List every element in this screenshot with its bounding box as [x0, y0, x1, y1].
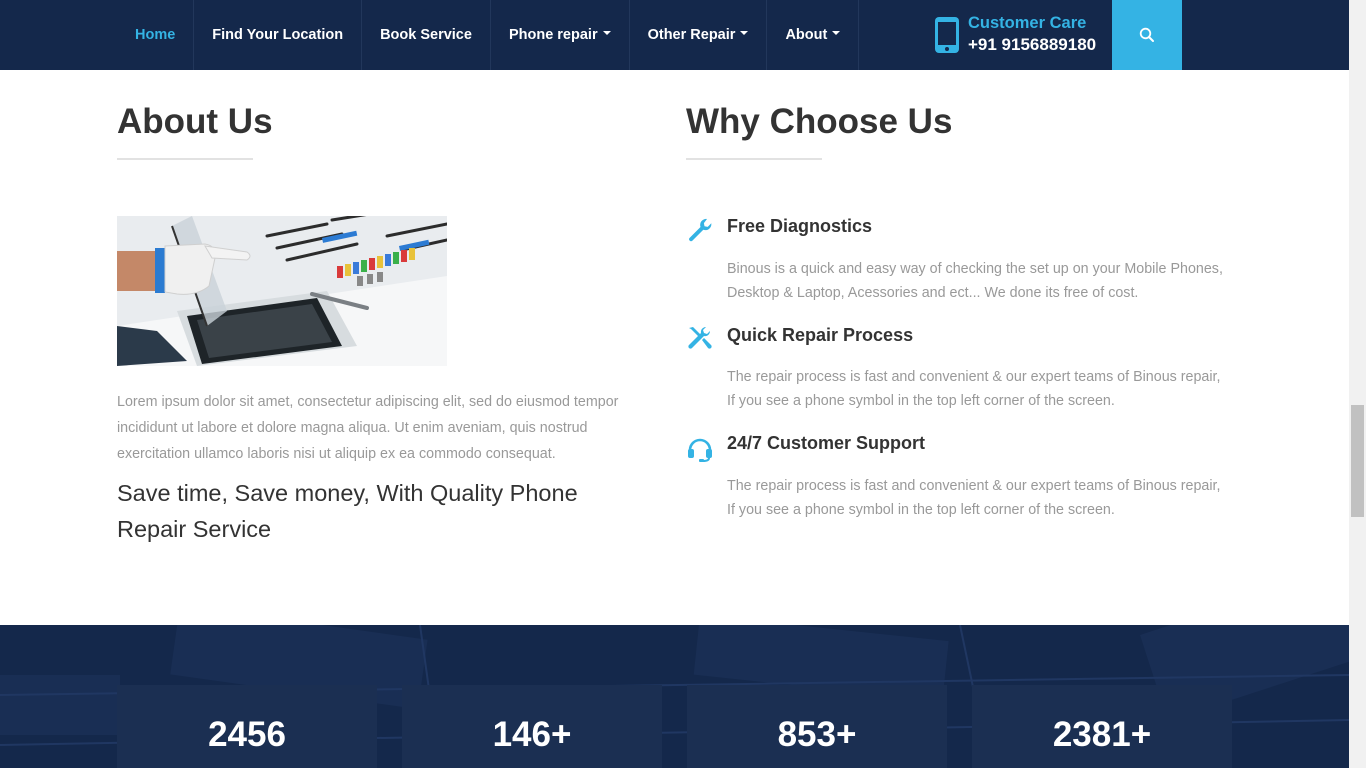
nav-item-label: Home: [135, 27, 176, 43]
feature-title-quick-repair: Quick Repair Process: [727, 325, 914, 345]
main-nav: Home Find Your Location Book Service Pho…: [117, 0, 860, 70]
customer-care-label: Customer Care: [968, 14, 1087, 32]
nav-item-label: Phone repair: [508, 27, 598, 43]
search-icon: [1139, 27, 1154, 42]
headset-icon: [688, 438, 712, 462]
stat-box: 2456: [117, 685, 377, 768]
feature-title-support: 24/7 Customer Support: [727, 433, 926, 453]
customer-care-text: Customer Care +91 9156889180: [968, 12, 1096, 57]
feature-title-diagnostics: Free Diagnostics: [727, 216, 873, 236]
nav-item-label: Other Repair: [647, 27, 736, 43]
page-scrollbar[interactable]: [1349, 0, 1366, 768]
stat-number: 146+: [492, 715, 572, 754]
nav-item-label: Book Service: [380, 27, 472, 43]
nav-item-about[interactable]: About: [767, 0, 860, 70]
nav-item-find-location[interactable]: Find Your Location: [194, 0, 363, 70]
tools-icon: [688, 326, 712, 349]
nav-item-phone-repair[interactable]: Phone repair: [491, 0, 630, 70]
nav-item-label: Find Your Location: [212, 27, 344, 43]
mobile-phone-icon: [935, 16, 959, 53]
nav-item-home[interactable]: Home: [117, 0, 195, 70]
nav-item-book-service[interactable]: Book Service: [362, 0, 491, 70]
scrollbar-thumb[interactable]: [1351, 405, 1364, 517]
stat-number: 853+: [777, 715, 857, 754]
nav-item-label: About: [785, 27, 828, 43]
why-title: Why Choose Us: [686, 102, 953, 141]
stat-box: 146+: [402, 685, 662, 768]
about-title: About Us: [117, 102, 273, 141]
feature-desc-quick-repair: The repair process is fast and convenien…: [727, 369, 1221, 409]
stat-box: 853+: [687, 685, 947, 768]
about-tagline: Save time, Save money, With Quality Phon…: [117, 480, 578, 542]
feature-desc-support: The repair process is fast and convenien…: [727, 478, 1221, 518]
search-button[interactable]: [1112, 0, 1182, 70]
stat-box: 2381+: [972, 685, 1232, 768]
caret-down-icon: [740, 31, 749, 35]
nav-item-other-repair[interactable]: Other Repair: [630, 0, 768, 70]
stats-section: 2456 146+ 853+ 2381+: [0, 625, 1349, 768]
why-title-underline: [686, 158, 822, 160]
about-description: Lorem ipsum dolor sit amet, consectetur …: [117, 394, 619, 462]
customer-care: Customer Care +91 9156889180: [934, 12, 1096, 57]
about-title-underline: [117, 158, 253, 160]
repair-workbench-image: [117, 216, 447, 366]
caret-down-icon: [832, 31, 841, 35]
caret-down-icon: [602, 31, 611, 35]
customer-care-number[interactable]: +91 9156889180: [968, 34, 1096, 57]
feature-desc-diagnostics: Binous is a quick and easy way of checki…: [727, 261, 1223, 301]
stat-number: 2381+: [1052, 715, 1152, 754]
top-navbar: Home Find Your Location Book Service Pho…: [0, 0, 1349, 70]
stat-number: 2456: [208, 715, 286, 754]
wrench-icon: [689, 218, 712, 242]
